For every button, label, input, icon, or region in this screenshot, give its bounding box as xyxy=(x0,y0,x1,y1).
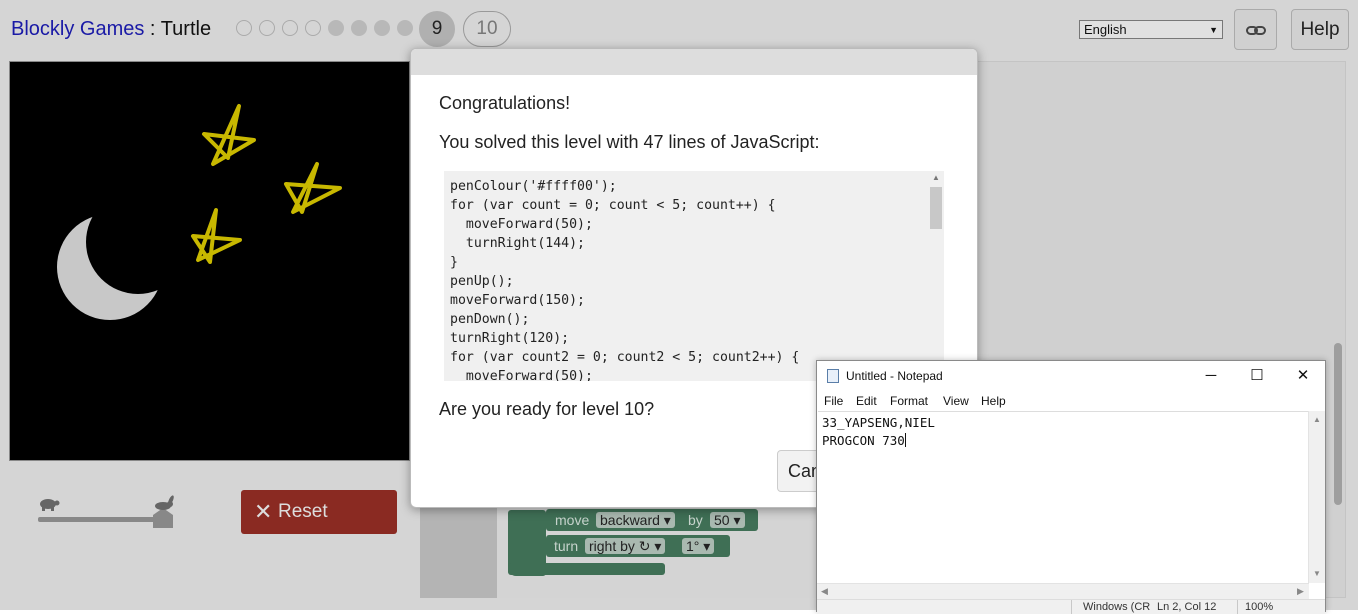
level-5-dot[interactable] xyxy=(328,20,344,36)
turn-block[interactable]: turn right by ↻ ▾ 1° ▾ xyxy=(546,535,730,557)
code-line: for (var count2 = 0; count2 < 5; count2+… xyxy=(450,350,800,365)
code-line: for (var count = 0; count < 5; count++) … xyxy=(450,198,776,213)
status-line-ending: Windows (CR xyxy=(1083,601,1151,613)
move-amount-dropdown[interactable]: 50 ▾ xyxy=(710,512,745,528)
code-line: moveForward(150); xyxy=(450,293,585,308)
notepad-title: Untitled - Notepad xyxy=(846,369,943,383)
status-divider xyxy=(1237,600,1238,614)
notepad-window: Untitled - Notepad ─ ☐ ✕ File Edit Forma… xyxy=(816,360,1326,614)
text-line-1: 33_YAPSENG,NIEL xyxy=(822,415,935,430)
language-select[interactable]: English ▼ xyxy=(1079,20,1223,39)
link-icon xyxy=(1246,26,1266,35)
star-1 xyxy=(202,104,256,166)
turn-direction-value: right by ↻ xyxy=(589,538,651,554)
drawing-svg xyxy=(57,104,342,320)
speed-slider-track[interactable] xyxy=(38,517,164,522)
text-caret xyxy=(904,433,906,447)
notepad-menubar: File Edit Format View Help xyxy=(817,391,1325,411)
maximize-icon[interactable]: ☐ xyxy=(1234,361,1280,391)
code-line: penUp(); xyxy=(450,274,514,289)
turn-keyword: turn xyxy=(554,538,579,554)
turn-angle-dropdown[interactable]: 1° ▾ xyxy=(682,538,715,554)
star-2 xyxy=(284,162,342,214)
level-2-dot[interactable] xyxy=(259,20,275,36)
status-zoom: 100% xyxy=(1245,601,1274,613)
menu-view[interactable]: View xyxy=(943,394,969,408)
code-line: moveForward(50); xyxy=(450,217,593,232)
notepad-titlebar[interactable]: Untitled - Notepad ─ ☐ ✕ xyxy=(817,361,1325,391)
congrats-heading: Congratulations! xyxy=(439,93,571,113)
notepad-app-icon xyxy=(827,369,839,383)
next-level-badge[interactable]: 10 xyxy=(463,11,511,47)
turn-angle-value: 1° xyxy=(686,538,700,554)
menu-edit[interactable]: Edit xyxy=(856,394,877,408)
turtle-canvas xyxy=(9,61,410,461)
menu-format[interactable]: Format xyxy=(890,394,928,408)
move-amount-value: 50 xyxy=(714,512,730,528)
scroll-left-icon[interactable]: ◀ xyxy=(821,586,828,597)
scroll-down-icon[interactable]: ▼ xyxy=(1313,569,1321,578)
close-icon[interactable]: ✕ xyxy=(1280,361,1326,391)
blockly-games-link[interactable]: Blockly Games xyxy=(11,18,144,40)
title-separator: : xyxy=(144,18,161,40)
current-level-badge[interactable]: 9 xyxy=(419,11,455,47)
code-line: penDown(); xyxy=(450,312,530,327)
turtle-icon xyxy=(40,499,60,511)
reset-button[interactable]: ✕ Reset xyxy=(241,490,397,534)
scroll-right-icon[interactable]: ▶ xyxy=(1297,586,1304,597)
level-6-dot[interactable] xyxy=(351,20,367,36)
minimize-icon[interactable]: ─ xyxy=(1188,361,1234,391)
notepad-horizontal-scrollbar[interactable]: ◀ ▶ xyxy=(817,583,1309,600)
status-position: Ln 2, Col 12 xyxy=(1157,601,1217,613)
move-direction-value: backward xyxy=(600,512,660,528)
notepad-text-area[interactable]: 33_YAPSENG,NIEL PROGCON 730 xyxy=(818,411,1310,584)
menu-help[interactable]: Help xyxy=(981,394,1006,408)
by-keyword: by xyxy=(688,512,703,528)
status-divider xyxy=(1071,600,1072,614)
menu-file[interactable]: File xyxy=(824,394,843,408)
level-3-dot[interactable] xyxy=(282,20,298,36)
dialog-header-bar[interactable] xyxy=(411,49,977,75)
loop-block-bottom xyxy=(508,563,665,575)
ready-question: Are you ready for level 10? xyxy=(439,399,655,419)
reset-label: Reset xyxy=(278,501,328,522)
moon-cutout xyxy=(86,190,190,294)
game-name: Turtle xyxy=(160,18,212,40)
notepad-statusbar: Windows (CR Ln 2, Col 12 100% xyxy=(817,599,1325,614)
code-listing[interactable]: penColour('#ffff00'); for (var count = 0… xyxy=(444,171,944,381)
toolbox xyxy=(420,498,497,598)
move-keyword: move xyxy=(555,512,590,528)
code-line: turnRight(144); xyxy=(450,236,585,251)
star-3 xyxy=(191,208,242,264)
code-line: turnRight(120); xyxy=(450,331,570,346)
close-x-icon: ✕ xyxy=(254,499,273,524)
move-direction-dropdown[interactable]: backward ▾ xyxy=(596,512,675,528)
help-button[interactable]: Help xyxy=(1291,9,1349,50)
turn-direction-dropdown[interactable]: right by ↻ ▾ xyxy=(585,538,666,554)
code-line: penColour('#ffff00'); xyxy=(450,179,617,194)
level-1-dot[interactable] xyxy=(236,20,252,36)
solved-message: You solved this level with 47 lines of J… xyxy=(439,132,820,152)
link-button[interactable] xyxy=(1234,9,1277,50)
scroll-up-arrow-icon[interactable]: ▲ xyxy=(932,173,940,182)
scroll-up-icon[interactable]: ▲ xyxy=(1313,415,1321,424)
code-line: } xyxy=(450,255,458,270)
code-scrollbar[interactable]: ▲ xyxy=(928,171,944,381)
level-8-dot[interactable] xyxy=(397,20,413,36)
rabbit-icon xyxy=(155,495,174,510)
move-block[interactable]: move backward ▾ by 50 ▾ xyxy=(546,509,758,531)
level-4-dot[interactable] xyxy=(305,20,321,36)
code-scrollbar-thumb[interactable] xyxy=(930,187,942,229)
workspace-scrollbar[interactable] xyxy=(1334,343,1342,505)
text-line-2: PROGCON 730 xyxy=(822,433,905,448)
language-value: English xyxy=(1084,22,1127,37)
level-7-dot[interactable] xyxy=(374,20,390,36)
code-line: moveForward(50); xyxy=(450,369,593,381)
dropdown-arrow-icon: ▼ xyxy=(1209,25,1218,35)
page-title: Blockly Games : Turtle xyxy=(11,18,211,41)
notepad-vertical-scrollbar[interactable]: ▲ ▼ xyxy=(1308,411,1325,583)
